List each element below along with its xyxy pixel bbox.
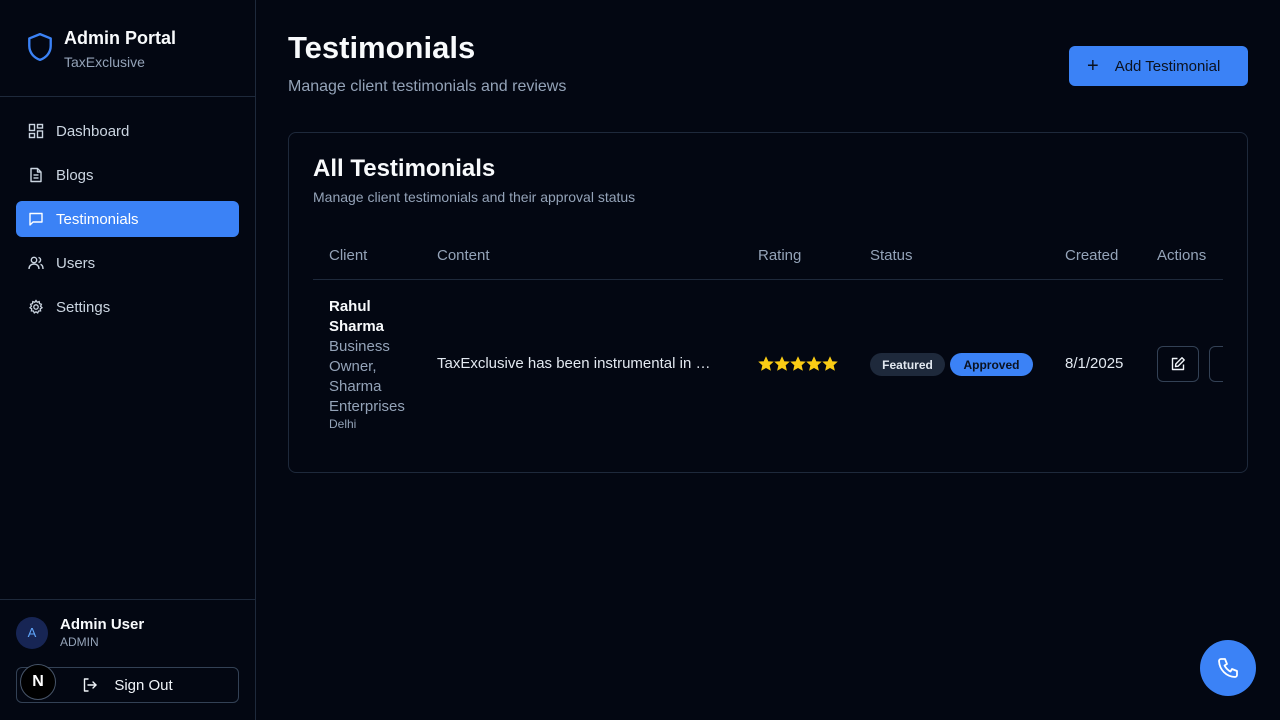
edit-button[interactable] [1157, 346, 1199, 382]
star-icon [806, 356, 822, 371]
sidebar: Admin Portal TaxExclusive Dashboard Blog… [0, 0, 256, 720]
column-header-content: Content [437, 247, 490, 264]
star-rating [758, 356, 838, 372]
sidebar-item-blogs[interactable]: Blogs [16, 157, 239, 193]
sidebar-item-users[interactable]: Users [16, 245, 239, 281]
client-name: Rahul Sharma [329, 298, 385, 335]
card-title: All Testimonials [313, 155, 496, 182]
row-actions [1157, 346, 1223, 384]
avatar: A [16, 616, 48, 649]
sidebar-item-settings[interactable]: Settings [16, 289, 239, 325]
gear-icon [28, 299, 44, 314]
users-icon [28, 256, 44, 270]
client-location: Delhi [329, 417, 357, 431]
edit-icon [1171, 357, 1185, 371]
trash-icon [1222, 356, 1223, 372]
message-square-icon [29, 212, 43, 226]
sidebar-item-label: Blogs [56, 166, 94, 184]
header-divider [313, 279, 1223, 280]
plus-icon: + [1087, 55, 1099, 77]
logout-icon [84, 678, 98, 692]
main-content: Testimonials Manage client testimonials … [256, 0, 1280, 720]
shield-icon [28, 32, 52, 62]
column-header-actions: Actions [1157, 247, 1207, 264]
brand-subtitle: TaxExclusive [64, 54, 145, 70]
card-subtitle: Manage client testimonials and their app… [313, 189, 636, 205]
add-testimonial-label: Add Testimonial [1114, 57, 1221, 75]
user-profile: A Admin User ADMIN [16, 616, 239, 649]
featured-badge: Featured [870, 353, 945, 376]
sidebar-item-label: Testimonials [56, 210, 139, 228]
approved-badge: Approved [950, 353, 1033, 376]
column-header-status: Status [870, 247, 913, 264]
add-testimonial-button[interactable]: + Add Testimonial [1069, 46, 1248, 86]
brand-header: Admin Portal TaxExclusive [0, 0, 255, 97]
column-header-client: Client [329, 247, 368, 264]
page-title: Testimonials [288, 30, 476, 65]
sidebar-item-label: Users [56, 254, 96, 272]
delete-button[interactable] [1209, 346, 1223, 382]
created-date: 8/1/2025 [1065, 355, 1124, 372]
testimonials-card: All Testimonials Manage client testimoni… [288, 132, 1248, 473]
star-icon [822, 356, 838, 371]
testimonial-content: TaxExclusive has been instrumental in … [437, 355, 711, 372]
sidebar-item-dashboard[interactable]: Dashboard [16, 113, 239, 149]
column-header-created: Created [1065, 247, 1119, 264]
sidebar-item-label: Dashboard [56, 122, 130, 140]
document-icon [30, 167, 42, 183]
user-role: ADMIN [60, 635, 99, 649]
dev-tools-badge[interactable]: N [20, 664, 56, 700]
sidebar-footer: A Admin User ADMIN N Sign Out [0, 599, 255, 720]
page-subtitle: Manage client testimonials and reviews [288, 78, 567, 95]
user-name: Admin User [60, 616, 145, 633]
brand-title: Admin Portal [64, 28, 177, 48]
dashboard-icon [28, 123, 44, 139]
sign-out-button[interactable]: N Sign Out [16, 664, 239, 703]
star-icon [790, 356, 806, 371]
phone-icon [1218, 658, 1238, 678]
sidebar-nav: Dashboard Blogs Testimonials Users Setti… [0, 97, 255, 325]
star-icon [758, 356, 774, 371]
phone-call-button[interactable] [1200, 640, 1256, 696]
star-icon [774, 356, 790, 371]
sidebar-item-label: Settings [56, 298, 111, 316]
column-header-rating: Rating [758, 247, 802, 264]
sidebar-item-testimonials[interactable]: Testimonials [16, 201, 239, 237]
sign-out-label: Sign Out [114, 676, 173, 694]
client-role: Business Owner, Sharma Enterprises [329, 338, 405, 415]
